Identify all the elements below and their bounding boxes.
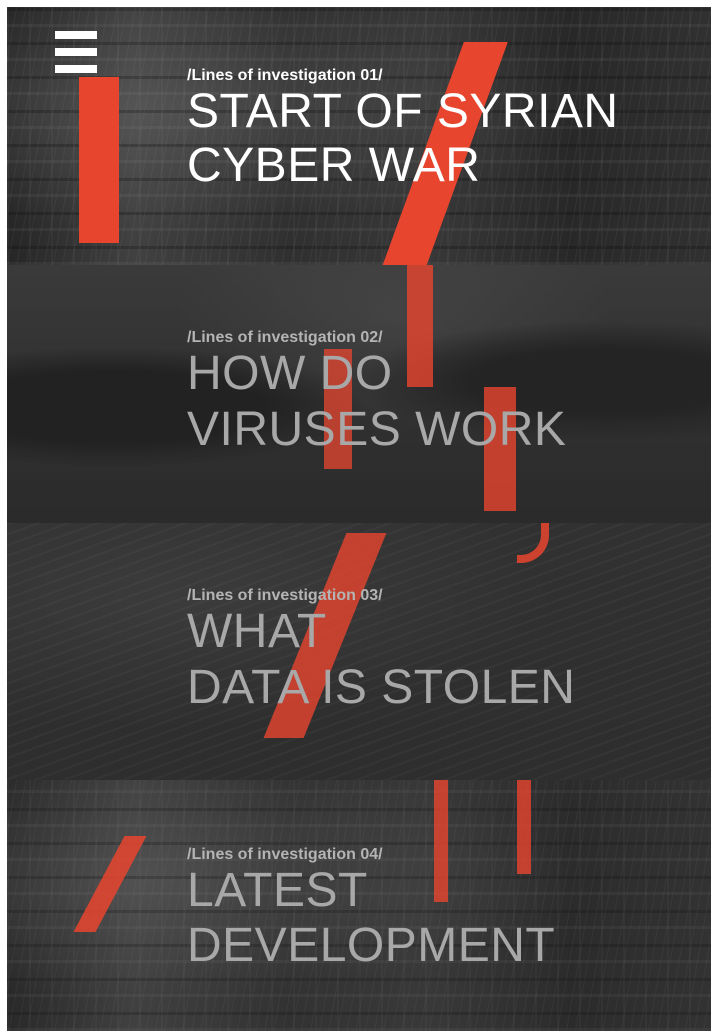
investigations-page: /Lines of investigation 01/ START OF SYR… xyxy=(7,7,711,1031)
investigation-title-line2: CYBER WAR xyxy=(187,139,481,192)
red-accent-bar xyxy=(79,77,119,243)
investigation-card-04[interactable]: /Lines of investigation 04/ LATEST DEVEL… xyxy=(7,780,711,1031)
investigation-label: /Lines of investigation 03/ xyxy=(187,587,383,604)
investigation-title-line2: DATA IS STOLEN xyxy=(187,661,576,714)
red-accent-bar xyxy=(407,265,433,387)
investigation-label: /Lines of investigation 02/ xyxy=(187,329,383,346)
menu-bar xyxy=(55,48,97,56)
red-accent-bar xyxy=(434,780,448,902)
investigation-title-line2: VIRUSES WORK xyxy=(187,403,567,456)
investigation-title-line1: WHAT xyxy=(187,605,327,658)
investigation-card-01[interactable]: /Lines of investigation 01/ START OF SYR… xyxy=(7,7,711,265)
investigation-title-line1: LATEST xyxy=(187,864,368,917)
investigation-card-03[interactable]: /Lines of investigation 03/ WHAT DATA IS… xyxy=(7,523,711,780)
investigation-label: /Lines of investigation 04/ xyxy=(187,846,383,863)
investigation-title-line1: START OF SYRIAN xyxy=(187,85,619,138)
investigation-card-02[interactable]: /Lines of investigation 02/ HOW DO VIRUS… xyxy=(7,265,711,523)
menu-bar xyxy=(55,31,97,39)
red-accent-bar xyxy=(517,780,531,874)
investigation-title-line1: HOW DO xyxy=(187,347,393,400)
hamburger-menu-icon[interactable] xyxy=(55,31,97,77)
investigation-title-line2: DEVELOPMENT xyxy=(187,919,556,972)
menu-bar xyxy=(55,65,97,73)
investigation-label: /Lines of investigation 01/ xyxy=(187,67,383,84)
